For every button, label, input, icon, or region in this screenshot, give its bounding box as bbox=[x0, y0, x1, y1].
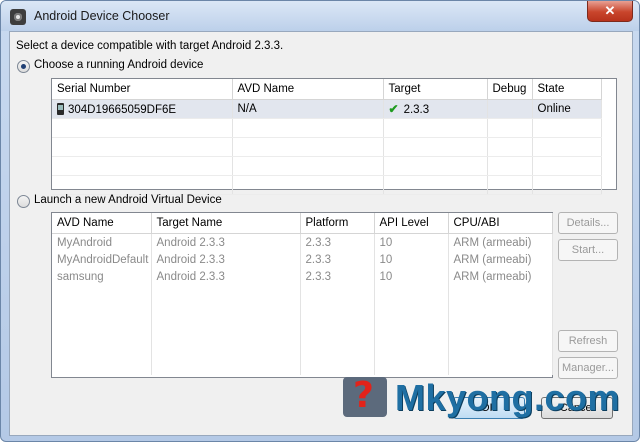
col-avd-name[interactable]: AVD Name bbox=[52, 213, 152, 234]
avd-api: 10 bbox=[374, 233, 449, 251]
watermark-text: Mkyong.com bbox=[395, 377, 621, 418]
details-button[interactable]: Details... bbox=[558, 212, 618, 234]
col-cpu-abi[interactable]: CPU/ABI bbox=[448, 213, 553, 234]
app-icon bbox=[10, 9, 26, 25]
avd-api: 10 bbox=[374, 268, 449, 285]
check-icon: ✔ bbox=[388, 102, 399, 116]
device-serial: 304D19665059DF6E bbox=[68, 103, 177, 116]
col-platform[interactable]: Platform bbox=[300, 213, 375, 234]
device-chooser-window: Android Device Chooser ✕ Select a device… bbox=[0, 0, 640, 442]
choose-running-label: Choose a running Android device bbox=[34, 59, 204, 71]
choose-running-radio[interactable] bbox=[17, 60, 30, 73]
avd-name: samsung bbox=[52, 268, 152, 285]
table-row[interactable]: samsung Android 2.3.3 2.3.3 10 ARM (arme… bbox=[52, 268, 553, 285]
launch-avd-radio[interactable] bbox=[17, 195, 30, 208]
col-state[interactable]: State bbox=[532, 79, 602, 100]
running-devices-table: Serial Number AVD Name Target Debug Stat… bbox=[51, 78, 617, 195]
title-bar[interactable]: Android Device Chooser ✕ bbox=[1, 1, 639, 31]
window-title: Android Device Chooser bbox=[34, 9, 170, 23]
watermark-glyph: ? bbox=[353, 375, 374, 416]
table-row[interactable]: MyAndroidDefault Android 2.3.3 2.3.3 10 … bbox=[52, 251, 553, 268]
avd-api: 10 bbox=[374, 251, 449, 268]
watermark: ? Mkyong.com bbox=[343, 375, 635, 435]
avd-target: Android 2.3.3 bbox=[151, 233, 301, 251]
avd-platform: 2.3.3 bbox=[300, 233, 375, 251]
avd-table: AVD Name Target Name Platform API Level … bbox=[51, 212, 553, 378]
avd-cpu: ARM (armeabi) bbox=[448, 251, 553, 268]
col-debug[interactable]: Debug bbox=[487, 79, 533, 100]
device-avd: N/A bbox=[232, 99, 384, 119]
launch-avd-label: Launch a new Android Virtual Device bbox=[34, 194, 222, 206]
refresh-button[interactable]: Refresh bbox=[558, 330, 618, 352]
device-state: Online bbox=[532, 99, 602, 119]
col-target[interactable]: Target bbox=[383, 79, 488, 100]
table-row bbox=[52, 137, 602, 157]
avd-cpu: ARM (armeabi) bbox=[448, 268, 553, 285]
device-debug bbox=[487, 99, 533, 119]
table-row bbox=[52, 118, 602, 138]
close-button[interactable]: ✕ bbox=[587, 1, 633, 22]
watermark-logo: ? bbox=[343, 375, 387, 417]
start-button[interactable]: Start... bbox=[558, 239, 618, 261]
col-api-level[interactable]: API Level bbox=[374, 213, 449, 234]
table-row[interactable]: 304D19665059DF6E N/A ✔ 2.3.3 Online bbox=[52, 99, 602, 119]
col-target-name[interactable]: Target Name bbox=[151, 213, 301, 234]
avd-name: MyAndroidDefault bbox=[52, 251, 152, 268]
table-row bbox=[52, 156, 602, 176]
table-row bbox=[52, 175, 602, 195]
col-serial-number[interactable]: Serial Number bbox=[52, 79, 233, 100]
col-avd-name[interactable]: AVD Name bbox=[232, 79, 384, 100]
avd-cpu: ARM (armeabi) bbox=[448, 233, 553, 251]
avd-name: MyAndroid bbox=[52, 233, 152, 251]
avd-platform: 2.3.3 bbox=[300, 268, 375, 285]
avd-platform: 2.3.3 bbox=[300, 251, 375, 268]
table-row[interactable]: MyAndroid Android 2.3.3 2.3.3 10 ARM (ar… bbox=[52, 233, 553, 251]
avd-target: Android 2.3.3 bbox=[151, 251, 301, 268]
device-target: 2.3.3 bbox=[403, 104, 430, 116]
phone-icon bbox=[57, 102, 64, 115]
instructions-text: Select a device compatible with target A… bbox=[16, 40, 284, 52]
avd-target: Android 2.3.3 bbox=[151, 268, 301, 285]
table-row bbox=[52, 285, 553, 375]
